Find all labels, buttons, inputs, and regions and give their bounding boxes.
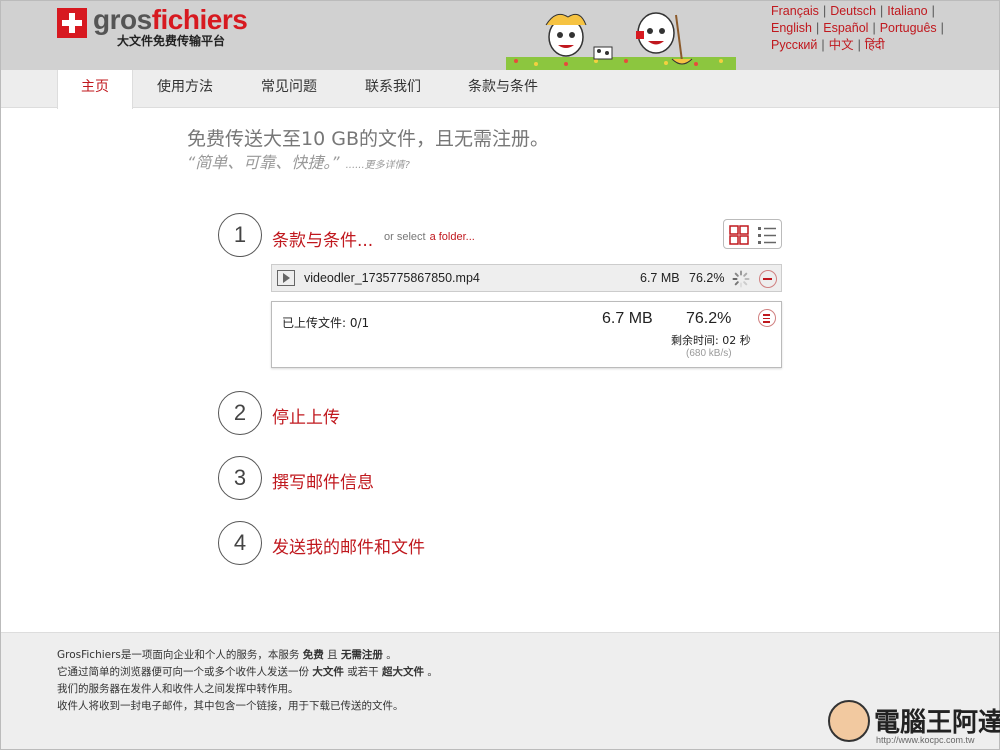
nav-home[interactable]: 主页 [57,70,133,109]
language-portuguese[interactable]: Português [880,21,937,35]
step-1-terms-link[interactable]: 条款与条件... [272,226,373,251]
select-folder-link[interactable]: a folder... [430,231,475,243]
language-hindi[interactable]: हिंदी [865,38,885,52]
language-row: Русский | 中文 | हिंदी [771,38,885,52]
logo[interactable]: grosfichiers 大文件免费传输平台 [57,4,257,58]
nav-how-to-use[interactable]: 使用方法 [141,70,229,108]
total-size: 6.7 MB [602,310,653,327]
avatar [828,700,870,742]
files-uploaded-count: 已上传文件: 0/1 [282,316,370,330]
language-spanish[interactable]: Español [823,21,868,35]
stop-upload-button[interactable]: 停止上传 [272,403,340,428]
main-nav: 主页 使用方法 常见问题 联系我们 条款与条件 [1,70,999,109]
loading-spinner-icon [732,270,750,288]
nav-contact[interactable]: 联系我们 [349,70,437,108]
total-percent: 76.2% [686,310,732,327]
language-french[interactable]: Français [771,4,819,18]
file-row: videodler_1735775867850.mp4 6.7 MB 76.2% [271,264,782,292]
language-german[interactable]: Deutsch [830,4,876,18]
header: grosfichiers 大文件免费传输平台 Français | Deutsch |… [1,1,999,71]
upload-speed: (680 kB/s) [686,348,732,359]
step-4-circle: 4 [218,521,262,565]
language-italian[interactable]: Italiano [887,4,927,18]
remove-file-icon[interactable] [759,270,777,288]
language-row: Français | Deutsch | Italiano | [771,4,935,18]
step-1-circle: 1 [218,213,262,257]
list-view-icon[interactable] [756,224,778,246]
file-name: videodler_1735775867850.mp4 [304,271,480,285]
menu-icon[interactable] [758,309,776,327]
more-details-link[interactable]: ......更多详情? [346,160,410,171]
watermark-url: http://www.kocpc.com.tw [876,735,975,745]
swiss-flag-icon [57,8,87,38]
send-files-button[interactable]: 发送我的邮件和文件 [272,533,425,558]
nav-faq[interactable]: 常见问题 [245,70,333,108]
file-size: 6.7 MB [640,271,680,285]
file-percent: 76.2% [689,271,725,285]
language-selector: Français | Deutsch | Italiano | English | Españ… [771,3,996,54]
language-row: English | Español | Português | [771,21,944,35]
hero-title: 免费传送大至10 GB的文件，且无需注册。 [187,128,549,150]
watermark-text: 電腦王阿達 [874,708,1000,738]
footer-description: GrosFichiers是一项面向企业和个人的服务，本服务 免费 且 无需注册 … [57,649,438,712]
mascot-illustration [506,12,736,71]
language-chinese[interactable]: 中文 [829,38,854,52]
nav-terms[interactable]: 条款与条件 [453,70,553,108]
grid-view-icon[interactable] [728,224,750,246]
or-select-folder: or select a folder... [384,231,475,243]
time-remaining: 剩余时间: 02 秒 [671,334,751,347]
watermark: 電腦王阿達 http://www.kocpc.com.tw [828,700,1000,748]
upload-progress-panel: 已上传文件: 0/1 6.7 MB 76.2% 剩余时间: 02 秒 (680 … [271,301,782,368]
hero-subtitle: “简单、可靠、快捷。” ......更多详情? [187,153,410,172]
video-file-icon [277,270,295,286]
compose-message-link[interactable]: 撰写邮件信息 [272,468,374,493]
language-russian[interactable]: Русский [771,38,817,52]
tagline: 大文件免费传输平台 [117,34,226,48]
language-english[interactable]: English [771,21,812,35]
step-2-circle: 2 [218,391,262,435]
view-toggle [723,219,782,249]
step-3-circle: 3 [218,456,262,500]
